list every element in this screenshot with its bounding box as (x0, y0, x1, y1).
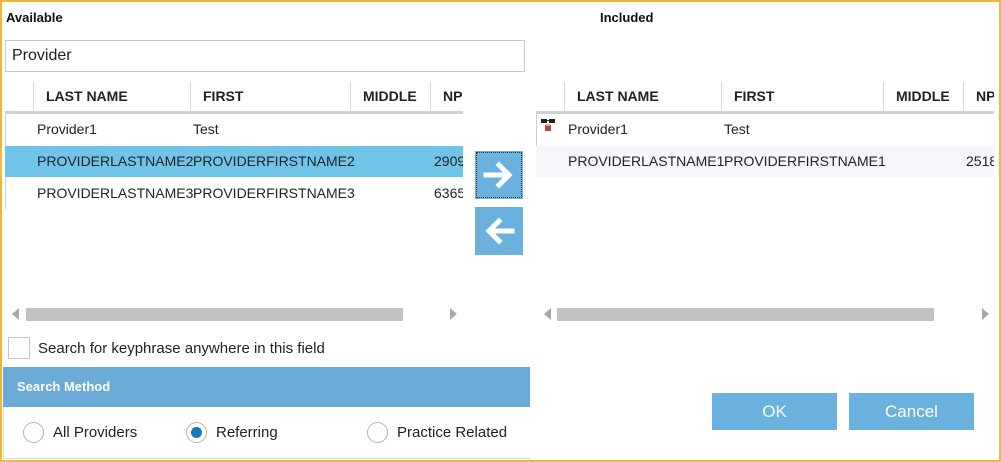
included-heading: Included (600, 10, 654, 25)
cell-last-name: Provider1 (37, 121, 97, 137)
cell-first: PROVIDERFIRSTNAME3 (193, 185, 355, 201)
scroll-left-icon[interactable] (544, 308, 551, 320)
radio-practice-related-label[interactable]: Practice Related (397, 424, 507, 441)
cell-last-name: PROVIDERLASTNAME3 (37, 185, 194, 201)
column-header-first[interactable]: FIRST (190, 82, 350, 111)
table-row-selected[interactable]: PROVIDERLASTNAME2 PROVIDERFIRSTNAME2 290… (5, 146, 463, 177)
cell-last-name: PROVIDERLASTNAME1 (568, 153, 725, 169)
column-header-middle[interactable]: MIDDLE (883, 82, 963, 111)
radio-referring[interactable] (186, 422, 207, 443)
column-header-middle[interactable]: MIDDLE (350, 82, 430, 111)
cell-npi: 6365 (434, 185, 463, 201)
table-row[interactable]: Provider1 Test (536, 114, 994, 145)
scroll-thumb[interactable] (26, 308, 403, 321)
available-heading: Available (6, 10, 63, 25)
scroll-right-icon[interactable] (450, 308, 457, 320)
column-header-npi[interactable]: NP (963, 82, 994, 111)
table-row[interactable]: PROVIDERLASTNAME3 PROVIDERFIRSTNAME3 636… (5, 178, 463, 209)
search-anywhere-label[interactable]: Search for keyphrase anywhere in this fi… (38, 340, 325, 357)
table-row[interactable]: Provider1 Test (5, 114, 463, 145)
column-header-npi[interactable]: NP (430, 82, 463, 111)
scroll-thumb[interactable] (557, 308, 934, 321)
arrow-left-icon (485, 217, 515, 245)
cell-first: PROVIDERFIRSTNAME1 (724, 153, 886, 169)
cell-npi: 2518 (966, 153, 994, 169)
column-header-first[interactable]: FIRST (721, 82, 883, 111)
provider-search-input[interactable] (5, 40, 525, 72)
scroll-right-icon[interactable] (982, 308, 989, 320)
cell-first: PROVIDERFIRSTNAME2 (193, 153, 355, 169)
search-anywhere-checkbox[interactable] (8, 337, 30, 359)
radio-all-providers[interactable] (23, 422, 44, 443)
available-grid: LAST NAME FIRST MIDDLE NP Provider1 Test… (5, 82, 463, 302)
radio-selected-dot (191, 427, 202, 438)
provider-person-icon (541, 119, 555, 131)
cancel-button[interactable]: Cancel (849, 393, 974, 430)
ok-button[interactable]: OK (712, 393, 837, 430)
radio-referring-label[interactable]: Referring (216, 424, 278, 441)
available-horizontal-scrollbar[interactable] (8, 306, 463, 322)
included-grid-header: LAST NAME FIRST MIDDLE NP (536, 82, 994, 114)
table-row[interactable]: PROVIDERLASTNAME1 PROVIDERFIRSTNAME1 251… (536, 146, 994, 177)
cell-npi: 2909 (434, 153, 463, 169)
cell-last-name: Provider1 (568, 121, 628, 137)
column-header-last-name[interactable]: LAST NAME (33, 82, 190, 111)
cell-first: Test (193, 121, 219, 137)
cell-first: Test (724, 121, 750, 137)
column-header-last-name[interactable]: LAST NAME (564, 82, 721, 111)
search-method-header: Search Method (3, 367, 530, 407)
remove-from-included-button[interactable] (475, 207, 523, 255)
add-to-included-button[interactable] (475, 151, 523, 199)
included-grid: LAST NAME FIRST MIDDLE NP Provider1 Test… (536, 82, 994, 302)
radio-practice-related[interactable] (367, 422, 388, 443)
radio-all-providers-label[interactable]: All Providers (53, 424, 137, 441)
cell-last-name: PROVIDERLASTNAME2 (37, 153, 194, 169)
scroll-left-icon[interactable] (12, 308, 19, 320)
arrow-right-icon (483, 161, 513, 189)
available-grid-header: LAST NAME FIRST MIDDLE NP (5, 82, 463, 114)
included-horizontal-scrollbar[interactable] (540, 306, 995, 322)
